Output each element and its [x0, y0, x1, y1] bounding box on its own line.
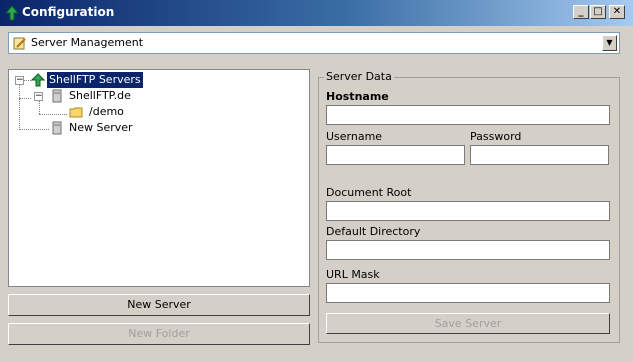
server-data-title: Server Data — [324, 70, 394, 83]
profile-select-value: Server Management — [31, 36, 144, 49]
configuration-window: Configuration _ □ ✕ Server Management ▼ … — [0, 0, 633, 362]
upload-arrow-icon — [4, 5, 20, 21]
username-field[interactable] — [326, 145, 465, 165]
hostname-label: Hostname — [326, 90, 389, 103]
url-mask-field[interactable] — [326, 283, 610, 303]
tree-item-label: /demo — [89, 105, 124, 118]
upload-arrow-icon — [31, 73, 45, 87]
tree-item-label: New Server — [69, 121, 133, 134]
server-tree[interactable]: − ShellFTP Servers − ShellFTP.de /demo N… — [8, 69, 310, 287]
username-label: Username — [326, 130, 383, 143]
dropdown-arrow-icon[interactable]: ▼ — [602, 35, 617, 51]
save-server-button[interactable]: Save Server — [326, 313, 610, 334]
server-icon — [52, 89, 62, 103]
title-bar[interactable]: Configuration _ □ ✕ — [0, 0, 633, 26]
maximize-button[interactable]: □ — [590, 5, 606, 19]
new-folder-button[interactable]: New Folder — [8, 323, 310, 345]
document-root-field[interactable] — [326, 201, 610, 221]
tree-item-new-server[interactable]: New Server — [9, 120, 209, 136]
close-button[interactable]: ✕ — [609, 5, 625, 19]
password-field[interactable] — [470, 145, 609, 165]
default-directory-field[interactable] — [326, 240, 610, 260]
folder-icon — [69, 107, 83, 118]
pencil-note-icon — [13, 37, 26, 50]
tree-item-demo-folder[interactable]: /demo — [9, 104, 209, 120]
url-mask-label: URL Mask — [326, 268, 380, 281]
tree-item-root[interactable]: − ShellFTP Servers — [9, 72, 209, 88]
collapse-icon[interactable]: − — [15, 76, 24, 85]
tree-item-label: ShellFTP Servers — [47, 72, 143, 88]
tree-item-shellftp[interactable]: − ShellFTP.de — [9, 88, 209, 104]
default-directory-label: Default Directory — [326, 225, 421, 238]
hostname-field[interactable] — [326, 105, 610, 125]
document-root-label: Document Root — [326, 186, 412, 199]
server-icon — [52, 121, 62, 135]
window-title: Configuration — [22, 5, 115, 19]
minimize-button[interactable]: _ — [573, 5, 589, 19]
collapse-icon[interactable]: − — [34, 92, 43, 101]
new-server-button[interactable]: New Server — [8, 294, 310, 316]
tree-item-label: ShellFTP.de — [69, 89, 131, 102]
password-label: Password — [470, 130, 522, 143]
profile-select[interactable]: Server Management ▼ — [8, 32, 620, 54]
